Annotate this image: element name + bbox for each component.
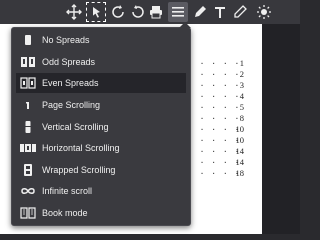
menu-item-label: Book mode — [42, 208, 88, 218]
toc-page-number: 14 — [235, 146, 245, 156]
highlight-pen-icon[interactable] — [190, 2, 210, 22]
menu-item-no-spreads[interactable]: No Spreads — [16, 30, 186, 50]
menu-icon[interactable] — [168, 2, 188, 22]
toc-page-number: 10 — [235, 135, 245, 145]
menu-item-label: Infinite scroll — [42, 186, 93, 196]
brightness-icon[interactable] — [254, 2, 274, 22]
menu-item-odd-spreads[interactable]: Odd Spreads — [16, 52, 186, 72]
menu-item-wrapped-scrolling[interactable]: Wrapped Scrolling — [16, 160, 186, 180]
menu-item-vertical-scrolling[interactable]: Vertical Scrolling — [16, 117, 186, 137]
text-icon[interactable] — [210, 2, 230, 22]
odd-spreads-icon — [18, 55, 38, 69]
rotate-cw-icon[interactable] — [108, 2, 128, 22]
toc-page-number: 4 — [239, 91, 244, 101]
vertical-scrolling-icon — [18, 120, 38, 134]
wrapped-scrolling-icon — [18, 163, 38, 177]
toc-page-number: 5 — [239, 102, 244, 112]
move-icon[interactable] — [64, 2, 84, 22]
book-mode-icon — [18, 206, 38, 220]
menu-item-label: Vertical Scrolling — [42, 122, 109, 132]
select-tool-icon[interactable] — [86, 2, 106, 22]
horizontal-scrolling-icon — [18, 141, 38, 155]
even-spreads-icon — [18, 76, 38, 90]
infinite-scroll-icon — [18, 184, 38, 198]
toc-page-number: 3 — [239, 80, 244, 90]
menu-item-label: Wrapped Scrolling — [42, 165, 116, 175]
toc-page-number: 8 — [239, 113, 244, 123]
page-scrolling-icon — [18, 98, 38, 112]
print-icon[interactable] — [146, 2, 166, 22]
menu-item-label: Even Spreads — [42, 78, 99, 88]
menu-pointer — [179, 22, 191, 28]
menu-item-page-scrolling[interactable]: Page Scrolling — [16, 95, 186, 115]
toc-page-number: 14 — [235, 157, 245, 167]
no-spreads-icon — [18, 33, 38, 47]
toc-page-number: 1 — [239, 58, 244, 68]
menu-item-even-spreads[interactable]: Even Spreads — [16, 73, 186, 93]
side-strip — [262, 24, 300, 234]
draw-pencil-icon[interactable] — [230, 2, 250, 22]
rotate-ccw-icon[interactable] — [128, 2, 148, 22]
menu-item-horizontal-scrolling[interactable]: Horizontal Scrolling — [16, 138, 186, 158]
menu-item-book-mode[interactable]: Book mode — [16, 203, 186, 223]
top-toolbar — [0, 0, 300, 24]
toc-page-number: 10 — [235, 124, 245, 134]
menu-item-infinite-scroll[interactable]: Infinite scroll — [16, 181, 186, 201]
toc-page-number: 18 — [235, 168, 245, 178]
menu-item-label: Page Scrolling — [42, 100, 101, 110]
spread-mode-menu: No Spreads Odd Spreads Even Spreads Page… — [11, 22, 191, 226]
menu-item-label: Horizontal Scrolling — [42, 143, 120, 153]
menu-item-label: No Spreads — [42, 35, 90, 45]
toc-page-number: 2 — [239, 69, 244, 79]
menu-item-label: Odd Spreads — [42, 57, 96, 67]
